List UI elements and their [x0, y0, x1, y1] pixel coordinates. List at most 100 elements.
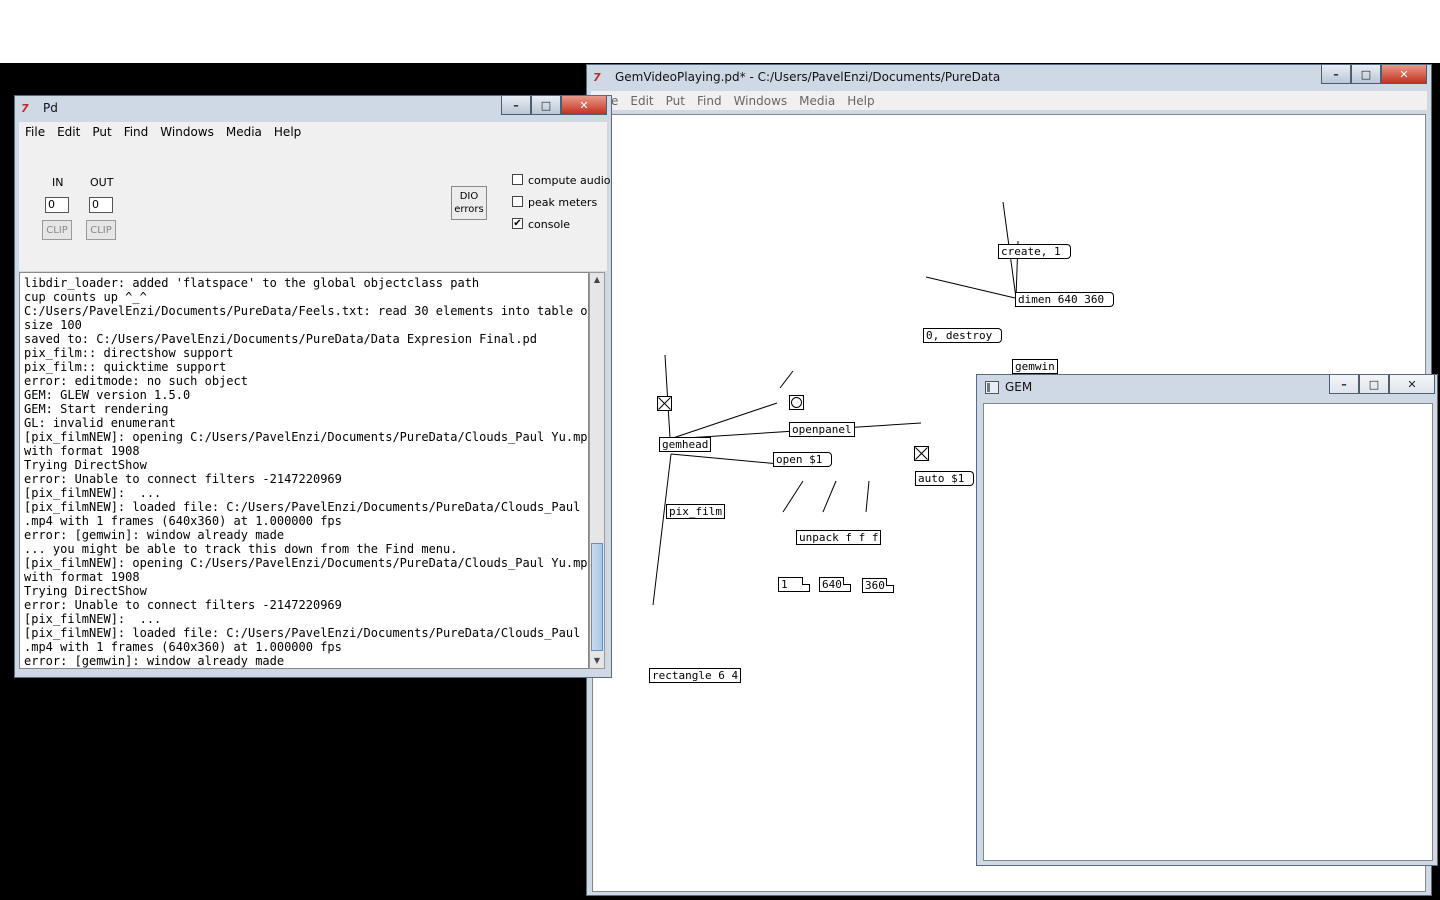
close-button[interactable]: ✕	[561, 96, 607, 115]
gemhead-toggle[interactable]	[657, 396, 672, 411]
console-scrollbar[interactable]: ▲ ▼	[589, 272, 605, 669]
scroll-down-arrow-icon[interactable]: ▼	[591, 654, 603, 668]
patch-window-title: GemVideoPlaying.pd* - C:/Users/PavelEnzi…	[615, 70, 1001, 84]
console-line: error: editmode: no such object	[24, 374, 248, 388]
gemhead-object[interactable]: gemhead	[659, 437, 712, 452]
out-clip-button[interactable]: CLIP	[86, 220, 116, 240]
maximize-button[interactable]: □	[531, 96, 561, 115]
gem-render-canvas[interactable]	[983, 403, 1433, 861]
close-button[interactable]: ✕	[1381, 65, 1427, 84]
console-line: cup counts up ^_^	[24, 290, 147, 304]
console-line: GEM: GLEW version 1.5.0	[24, 388, 191, 402]
console-line: saved to: C:/Users/PavelEnzi/Documents/P…	[24, 332, 537, 346]
auto-message[interactable]: auto $1	[915, 471, 975, 486]
openpanel-object[interactable]: openpanel	[789, 422, 855, 437]
console-line: libdir_loader: added 'flatspace' to the …	[24, 276, 480, 290]
console-line: [pix_filmNEW]: opening C:/Users/PavelEnz…	[24, 556, 589, 570]
console-line: Trying DirectShow	[24, 458, 147, 472]
console-line: GL: invalid enumerant	[24, 416, 176, 430]
pd-titlebar[interactable]: 7 Pd – □ ✕	[15, 96, 611, 122]
console-line: ... you might be able to track this down…	[24, 542, 458, 556]
openpanel-bang[interactable]	[789, 395, 804, 410]
menu-media[interactable]: Media	[799, 94, 835, 108]
maximize-button[interactable]: □	[1359, 375, 1389, 394]
gem-window-icon	[985, 381, 999, 394]
pd-window-title: Pd	[43, 101, 58, 115]
console-line: error: Unable to connect filters -214722…	[24, 598, 342, 612]
menu-find[interactable]: Find	[124, 125, 149, 139]
console-line: Trying DirectShow	[24, 584, 147, 598]
console-line: [pix_filmNEW]: ...	[24, 612, 162, 626]
out-label: OUT	[90, 176, 114, 189]
dio-label: DIO	[459, 191, 479, 202]
console-line: C:/Users/PavelEnzi/Documents/PureData/Fe…	[24, 304, 589, 318]
minimize-button[interactable]: –	[501, 96, 531, 115]
menu-edit[interactable]: Edit	[630, 94, 653, 108]
in-level-field[interactable]: 0	[45, 197, 69, 213]
console-line: .mp4 with 1 frames (640x360) at 1.000000…	[24, 640, 342, 654]
pd-logo-icon: 7	[21, 102, 29, 115]
minimize-button[interactable]: –	[1329, 375, 1359, 394]
dio-errors-button[interactable]: DIO errors	[451, 186, 487, 220]
destroy-message[interactable]: 0, destroy	[923, 328, 1003, 343]
menu-media[interactable]: Media	[226, 125, 262, 139]
menu-help[interactable]: Help	[274, 125, 301, 139]
patch-menubar: e Edit Put Find Windows Media Help	[591, 91, 1427, 110]
errors-label: errors	[454, 204, 484, 215]
scroll-up-arrow-icon[interactable]: ▲	[591, 273, 603, 287]
number-box-1[interactable]: 1	[778, 577, 810, 592]
console-checkbox[interactable]: ✔	[512, 218, 523, 229]
pd-main-window[interactable]: 7 Pd – □ ✕ File Edit Put Find Windows Me…	[14, 95, 612, 678]
console-line: [pix_filmNEW]: loaded file: C:/Users/Pav…	[24, 626, 589, 640]
compute-audio-checkbox[interactable]	[512, 174, 523, 185]
pix-film-object[interactable]: pix_film	[666, 504, 725, 519]
menu-file-partial[interactable]: e	[611, 94, 618, 108]
console-line: error: [gemwin]: window already made	[24, 528, 285, 542]
console-line: pix_film:: directshow support	[24, 346, 234, 360]
menu-edit[interactable]: Edit	[57, 125, 80, 139]
menu-help[interactable]: Help	[847, 94, 874, 108]
console-line: .mp4 with 1 frames (640x360) at 1.000000…	[24, 514, 342, 528]
patch-titlebar[interactable]: 7 GemVideoPlaying.pd* - C:/Users/PavelEn…	[587, 65, 1431, 91]
console-line: GEM: Start rendering	[24, 402, 169, 416]
auto-toggle[interactable]	[914, 446, 929, 461]
console-line: [pix_filmNEW]: opening C:/Users/PavelEnz…	[24, 430, 589, 444]
dimen-message[interactable]: dimen 640 360	[1015, 292, 1115, 307]
gemwin-object[interactable]: gemwin	[1012, 359, 1058, 374]
create-message[interactable]: create, 1	[998, 244, 1071, 259]
out-level-field[interactable]: 0	[89, 197, 113, 213]
in-label: IN	[52, 176, 64, 189]
console-line: with format 1908	[24, 444, 140, 458]
gem-titlebar[interactable]: GEM – □ ✕	[977, 375, 1437, 401]
console-label: console	[528, 218, 571, 231]
gem-render-window[interactable]: GEM – □ ✕	[976, 374, 1438, 866]
console-line: error: Unable to connect filters -214722…	[24, 472, 342, 486]
number-box-360[interactable]: 360	[862, 578, 894, 593]
close-button[interactable]: ✕	[1389, 375, 1435, 394]
console-line: [pix_filmNEW]: ...	[24, 486, 162, 500]
peak-meters-label: peak meters	[528, 196, 598, 209]
menu-windows[interactable]: Windows	[734, 94, 788, 108]
peak-meters-checkbox[interactable]	[512, 196, 523, 207]
menu-windows[interactable]: Windows	[160, 125, 214, 139]
menu-put[interactable]: Put	[92, 125, 111, 139]
maximize-button[interactable]: □	[1351, 65, 1381, 84]
console-line: pix_film:: quicktime support	[24, 360, 227, 374]
pd-logo-icon: 7	[593, 71, 601, 84]
scroll-thumb[interactable]	[591, 543, 603, 651]
in-clip-button[interactable]: CLIP	[42, 220, 72, 240]
pd-menubar: File Edit Put Find Windows Media Help	[19, 122, 607, 141]
number-box-640[interactable]: 640	[819, 577, 851, 592]
unpack-object[interactable]: unpack f f f	[796, 530, 882, 545]
menu-file[interactable]: File	[25, 125, 45, 139]
console-output[interactable]: libdir_loader: added 'flatspace' to the …	[19, 272, 589, 669]
minimize-button[interactable]: –	[1321, 65, 1351, 84]
compute-audio-label: compute audio	[528, 174, 611, 187]
menu-find[interactable]: Find	[697, 94, 722, 108]
open-message[interactable]: open $1	[773, 452, 833, 467]
menu-put[interactable]: Put	[666, 94, 685, 108]
console-line: error: [gemwin]: window already made	[24, 654, 285, 668]
console-line: size 100	[24, 318, 82, 332]
audio-control-panel: IN OUT 0 0 CLIP CLIP DIO errors compute …	[19, 141, 611, 271]
rectangle-object[interactable]: rectangle 6 4	[649, 668, 742, 683]
